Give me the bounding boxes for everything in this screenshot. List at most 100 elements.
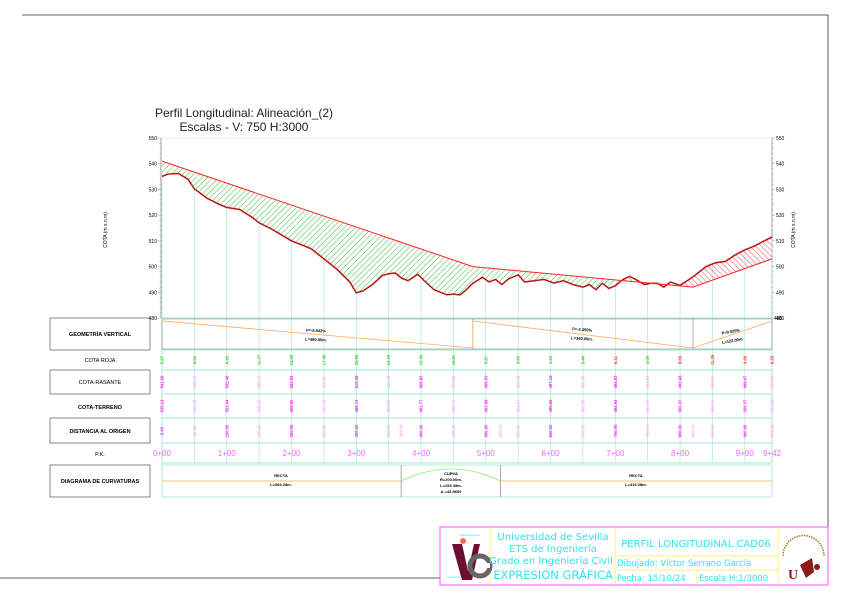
cota-rasante-value: 528.19 — [257, 375, 262, 388]
y-tick-label-right: 520 — [776, 213, 785, 219]
distancia-value: 750.00 — [645, 424, 650, 437]
cota-rasante-value: 496.00 — [580, 375, 585, 388]
distancia-value: 850.00 — [710, 424, 715, 437]
cota-roja-value: 3.69 — [516, 355, 521, 364]
cota-rasante-value: 499.47 — [742, 375, 747, 388]
data-table: 480 5.87 6.54 9.42 11.27 14.02 17.49 25.65 14.19… — [153, 316, 783, 498]
distancia-value: 522.73 — [498, 424, 503, 437]
curv-recta1-type: RECTA — [274, 473, 288, 478]
cota-rasante-value: 504.20 — [770, 375, 775, 388]
distancia-value: 250.00 — [321, 424, 326, 437]
cota-roja-value: 8.29 — [770, 355, 775, 364]
pk-label: 2+00 — [282, 449, 301, 458]
pk-label: 3+00 — [347, 449, 366, 458]
school-name: ETS de Ingeniería — [509, 543, 597, 555]
cota-terreno-value: 490.55 — [580, 399, 585, 412]
pk-label: 9+42 — [763, 449, 782, 458]
label-geometria-vertical: GEOMETRÍA VERTICAL — [69, 330, 132, 338]
y-tick-label-left: 540 — [149, 162, 158, 168]
cota-rasante-value: 506.83 — [419, 375, 424, 388]
cota-terreno-value: 493.66 — [483, 399, 488, 412]
pk-label: 0+00 — [153, 449, 172, 458]
geometry-ref-label: 480 — [774, 316, 783, 322]
y-tick-label-left: 530 — [149, 187, 158, 193]
cota-rasante-value: 498.36 — [516, 375, 521, 388]
label-cota-rasante: COTA-RASANTE — [79, 380, 122, 386]
distancia-value: 200.00 — [289, 424, 294, 437]
cota-roja-value: 25.65 — [354, 354, 359, 365]
pk-label: 1+00 — [218, 449, 237, 458]
cota-rasante-value: 499.53 — [483, 375, 488, 388]
cota-rasante-value: 497.18 — [548, 375, 553, 388]
cota-rasante-value: 519.65 — [321, 375, 326, 388]
distancia-value: 369.28 — [399, 424, 404, 437]
cota-roja-value: 8.69 — [678, 355, 683, 364]
cota-roja-value: 1.53 — [548, 355, 553, 364]
label-cota-roja: COTA ROJA — [85, 358, 116, 364]
vg-length-2: L=340.00m. — [571, 335, 593, 342]
distancia-value: 450.00 — [451, 424, 456, 437]
distancia-value: 900.00 — [742, 424, 747, 437]
y-tick-label-left: 500 — [149, 265, 158, 271]
pk-label: 8+00 — [671, 449, 690, 458]
pk-label: 6+00 — [542, 449, 561, 458]
cota-terreno-value: 491.57 — [645, 399, 650, 412]
cota-roja-value: 5.46 — [580, 355, 585, 364]
y-tick-label-left: 550 — [149, 136, 158, 142]
cota-rasante-value: 494.96 — [710, 375, 715, 388]
cota-terreno-value: 494.94 — [613, 399, 618, 412]
drawn-by: Dibujado: Víctor Serrano García — [617, 559, 751, 569]
label-diagrama-curvaturas: DIAGRAMA DE CURVATURAS — [61, 479, 140, 485]
distancia-value: 550.00 — [516, 424, 521, 437]
y-tick-label-right: 530 — [776, 187, 785, 193]
y-tick-label-right: 540 — [776, 162, 785, 168]
cota-rasante-value: 492.48 — [678, 375, 683, 388]
distancia-value: 820.00 — [690, 424, 695, 437]
vg-grade-3: P=9.020% — [721, 327, 741, 335]
drawing-scale: Escala H:1/3000 — [699, 574, 768, 584]
cota-roja-value: 9.89 — [742, 355, 747, 364]
y-axis-label-left: COTA (m s.n.m) — [103, 212, 109, 248]
distancia-value: 650.00 — [580, 424, 585, 437]
pk-label: 9+00 — [736, 449, 755, 458]
pk-label: 7+00 — [606, 449, 625, 458]
degree-name: Grado en Ingeniería Civil — [489, 555, 613, 567]
cota-terreno-value: 495.65 — [548, 399, 553, 412]
vertical-geometry-line — [161, 320, 773, 349]
distancia-value: 350.00 — [386, 424, 391, 437]
cota-roja-value: 2.09 — [645, 355, 650, 364]
svg-text:U: U — [788, 568, 798, 583]
y-tick-label-right: 500 — [776, 265, 785, 271]
cota-rasante-value: 541.00 — [160, 375, 165, 388]
cota-rasante-value: 532.46 — [224, 375, 229, 388]
cota-rasante-value: 493.65 — [645, 375, 650, 388]
vg-length-1: L=480.00m. — [305, 337, 327, 343]
cota-roja-value: 11.27 — [257, 354, 262, 365]
y-tick-label-right: 490 — [776, 290, 785, 296]
distancia-value: 800.00 — [678, 424, 683, 437]
y-axis-label-right: COTA (m s.n.m) — [791, 212, 797, 248]
vertical-geometry-box — [161, 318, 773, 350]
y-tick-label-left: 510 — [149, 239, 158, 245]
curv-recta2-type: RECTA — [629, 473, 643, 478]
cota-roja-value: 5.87 — [483, 355, 488, 364]
cota-rasante-value: 536.73 — [192, 375, 197, 388]
label-cota-terreno: COTA-TERRENO — [78, 405, 123, 411]
distancia-value: 400.00 — [419, 424, 424, 437]
y-tick-label-left: 520 — [149, 213, 158, 219]
cota-rasante-value: 511.10 — [386, 375, 391, 388]
svg-text:Ingeniería: Ingeniería — [446, 575, 460, 579]
university-name: Universidad de Sevilla — [497, 532, 608, 543]
cota-roja-value: 6.54 — [192, 355, 197, 364]
label-pk: P.K. — [95, 452, 105, 458]
cota-terreno-value: 500.37 — [678, 399, 683, 412]
distancia-value: 600.00 — [548, 424, 553, 437]
distancia-value: 50.00 — [192, 425, 197, 436]
pk-label: 4+00 — [412, 449, 431, 458]
cota-rasante-value: 494.83 — [613, 375, 618, 388]
pk-label: 5+00 — [477, 449, 496, 458]
cota-terreno-value: 502.16 — [321, 399, 326, 412]
cota-terreno-value: 491.77 — [419, 399, 424, 412]
vg-grade-1: P=-8.542% — [306, 328, 327, 334]
distancia-value: 500.00 — [483, 424, 488, 437]
